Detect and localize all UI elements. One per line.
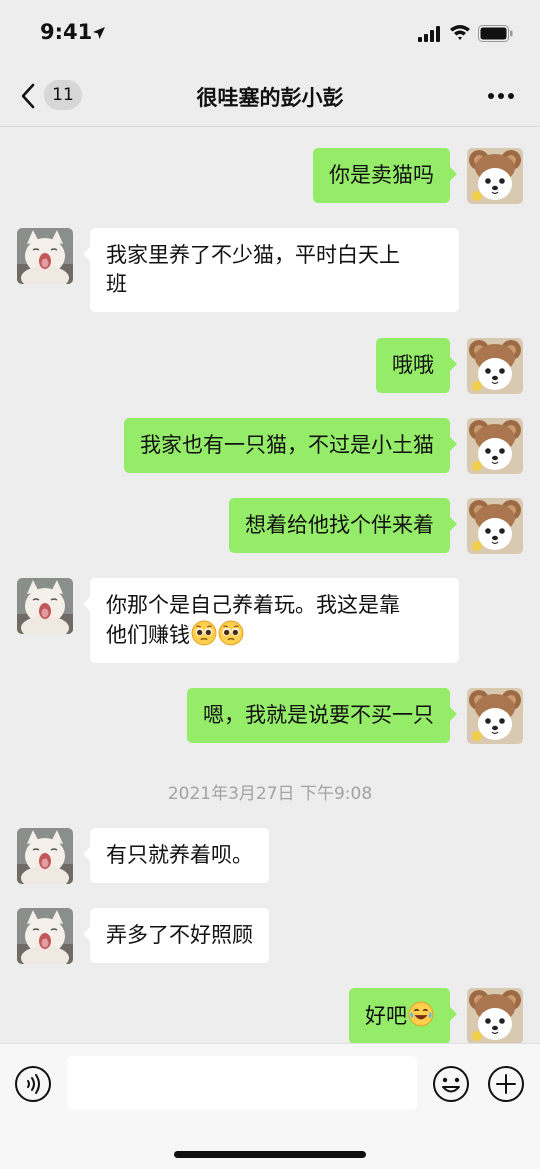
outgoing-message-bubble[interactable]: 你是卖猫吗 — [313, 148, 457, 203]
message-text: 我家也有一只猫，不过是小土猫 — [140, 433, 434, 457]
message-input[interactable] — [67, 1056, 417, 1110]
home-indicator[interactable] — [174, 1151, 366, 1158]
message-list[interactable]: 你是卖猫吗 我家里养了不少猫，平时白天上班 哦哦 我家也有一只猫，不过是小土猫 … — [0, 127, 540, 1043]
message-timestamp: 2021年3月27日 下午9:08 — [167, 784, 373, 804]
outgoing-message-bubble[interactable]: 想着给他找个伴来着 — [229, 498, 457, 553]
contact-avatar[interactable] — [17, 228, 73, 284]
self-avatar[interactable] — [467, 498, 523, 554]
cellular-signal-icon — [418, 26, 440, 42]
input-bar — [0, 1043, 540, 1169]
message-text: 好吧 — [365, 1004, 407, 1028]
message-text: 你那个是自己养着玩。我这是靠 — [106, 593, 400, 617]
contact-avatar[interactable] — [17, 828, 73, 884]
message-text: 班 — [106, 272, 127, 296]
contact-avatar[interactable] — [17, 578, 73, 634]
incoming-message-bubble[interactable]: 我家里养了不少猫，平时白天上班 — [83, 228, 459, 312]
message-text: 想着给他找个伴来着 — [245, 513, 434, 537]
battery-icon — [478, 25, 513, 42]
incoming-message-bubble[interactable]: 你那个是自己养着玩。我这是靠 他们赚钱 — [83, 578, 459, 663]
plus-circle-icon[interactable] — [487, 1065, 525, 1103]
self-avatar[interactable] — [467, 418, 523, 474]
outgoing-message-bubble[interactable]: 嗯，我就是说要不买一只 — [187, 688, 457, 743]
wifi-icon — [450, 25, 470, 40]
outgoing-message-bubble[interactable]: 哦哦 — [376, 338, 457, 393]
incoming-message-bubble[interactable]: 弄多了不好照顾 — [83, 908, 269, 963]
status-time: 9:41 — [40, 20, 93, 44]
self-avatar[interactable] — [467, 148, 523, 204]
outgoing-message-bubble[interactable]: 好吧 — [349, 988, 457, 1043]
self-avatar[interactable] — [467, 988, 523, 1043]
pleading-face-emoji — [218, 620, 244, 646]
chat-title: 很哇塞的彭小彭 — [196, 86, 344, 110]
voice-icon[interactable] — [14, 1065, 52, 1103]
message-text: 有只就养着呗。 — [106, 843, 253, 867]
emoji-face-icon[interactable] — [432, 1065, 470, 1103]
location-arrow-icon — [93, 27, 105, 39]
crying-laughing-emoji — [408, 1001, 434, 1027]
status-bar: 9:41 — [0, 0, 540, 66]
contact-avatar[interactable] — [17, 908, 73, 964]
message-text: 你是卖猫吗 — [329, 163, 434, 187]
outgoing-message-bubble[interactable]: 我家也有一只猫，不过是小土猫 — [124, 418, 457, 473]
message-text: 他们赚钱 — [106, 623, 190, 647]
message-text: 嗯，我就是说要不买一只 — [203, 703, 434, 727]
self-avatar[interactable] — [467, 338, 523, 394]
incoming-message-bubble[interactable]: 有只就养着呗。 — [83, 828, 269, 883]
self-avatar[interactable] — [467, 688, 523, 744]
pleading-face-emoji — [191, 620, 217, 646]
message-text: 弄多了不好照顾 — [106, 923, 253, 947]
message-text: 哦哦 — [392, 353, 434, 377]
message-text: 我家里养了不少猫，平时白天上 — [106, 243, 400, 267]
chat-header: 11 很哇塞的彭小彭 — [0, 66, 540, 127]
more-dots-icon[interactable] — [487, 92, 515, 100]
